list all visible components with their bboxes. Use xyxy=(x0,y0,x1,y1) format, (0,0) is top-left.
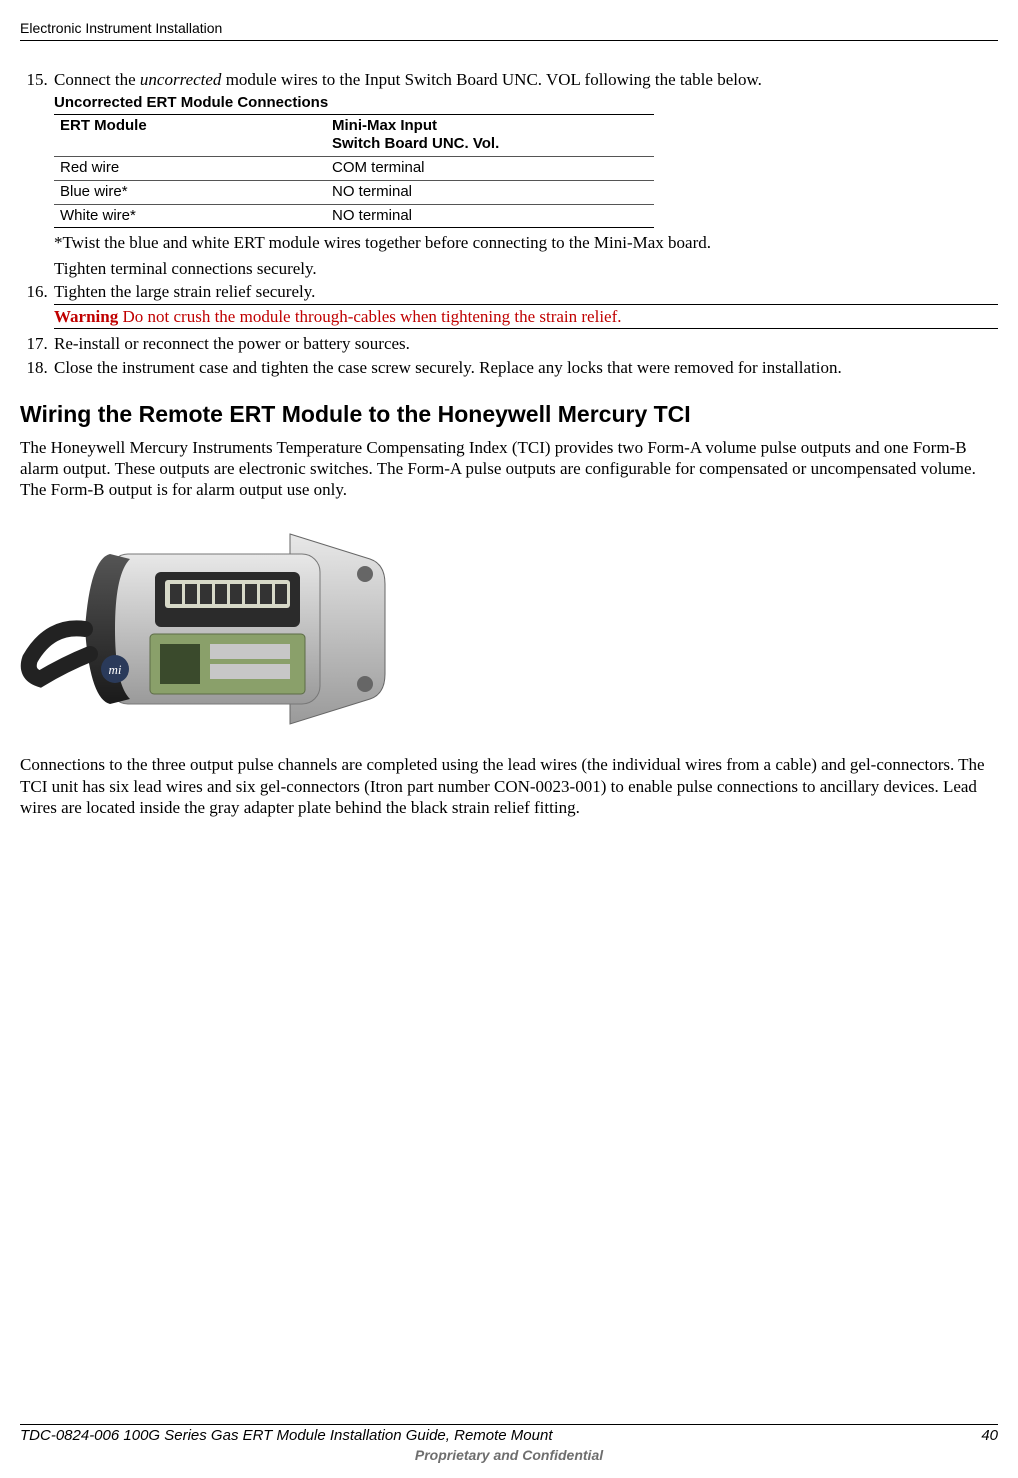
step-16: Tighten the large strain relief securely… xyxy=(52,281,998,330)
section-heading: Wiring the Remote ERT Module to the Hone… xyxy=(20,400,998,429)
step-15-italic: uncorrected xyxy=(140,70,222,89)
table-row: White wire* NO terminal xyxy=(54,204,654,228)
procedure-list: Connect the uncorrected module wires to … xyxy=(20,69,998,378)
step-18: Close the instrument case and tighten th… xyxy=(52,357,998,378)
table-cell: White wire* xyxy=(54,204,326,228)
table-cell: COM terminal xyxy=(326,157,654,181)
twist-note: *Twist the blue and white ERT module wir… xyxy=(54,232,998,253)
table-caption: Uncorrected ERT Module Connections xyxy=(54,94,998,113)
page-header: Electronic Instrument Installation xyxy=(20,20,998,38)
tci-device-figure: mi xyxy=(20,514,390,744)
warning-box: Warning Do not crush the module through-… xyxy=(54,304,998,329)
table-row: Blue wire* NO terminal xyxy=(54,180,654,204)
table-header-col2-line1: Mini-Max Input xyxy=(332,117,437,134)
table-row: Red wire COM terminal xyxy=(54,157,654,181)
table-cell: NO terminal xyxy=(326,180,654,204)
table-cell: Blue wire* xyxy=(54,180,326,204)
table-header-col2-line2: Switch Board UNC. Vol. xyxy=(332,135,499,152)
warning-text: Do not crush the module through-cables w… xyxy=(118,307,621,326)
table-header-col1: ERT Module xyxy=(54,114,326,157)
table-cell: NO terminal xyxy=(326,204,654,228)
footer-doc-id: TDC-0824-006 100G Series Gas ERT Module … xyxy=(20,1427,553,1446)
section-paragraph-1: The Honeywell Mercury Instruments Temper… xyxy=(20,437,998,501)
warning-label: Warning xyxy=(54,307,118,326)
table-header-col2: Mini-Max Input Switch Board UNC. Vol. xyxy=(326,114,654,157)
section-paragraph-2: Connections to the three output pulse ch… xyxy=(20,754,998,818)
step-16-text: Tighten the large strain relief securely… xyxy=(54,282,315,301)
page-footer: TDC-0824-006 100G Series Gas ERT Module … xyxy=(20,1424,998,1464)
step-15: Connect the uncorrected module wires to … xyxy=(52,69,998,279)
step-15-text-prefix: Connect the xyxy=(54,70,140,89)
header-rule xyxy=(20,40,998,41)
table-cell: Red wire xyxy=(54,157,326,181)
step-15-text-suffix: module wires to the Input Switch Board U… xyxy=(221,70,761,89)
svg-text:mi: mi xyxy=(109,662,122,677)
device-icon: mi xyxy=(20,514,390,744)
step-17: Re-install or reconnect the power or bat… xyxy=(52,333,998,354)
tighten-note: Tighten terminal connections securely. xyxy=(54,258,998,279)
footer-page-number: 40 xyxy=(981,1427,998,1446)
footer-confidential: Proprietary and Confidential xyxy=(20,1447,998,1465)
connections-table: ERT Module Mini-Max Input Switch Board U… xyxy=(54,114,654,229)
footer-rule xyxy=(20,1424,998,1425)
table-header-row: ERT Module Mini-Max Input Switch Board U… xyxy=(54,114,654,157)
